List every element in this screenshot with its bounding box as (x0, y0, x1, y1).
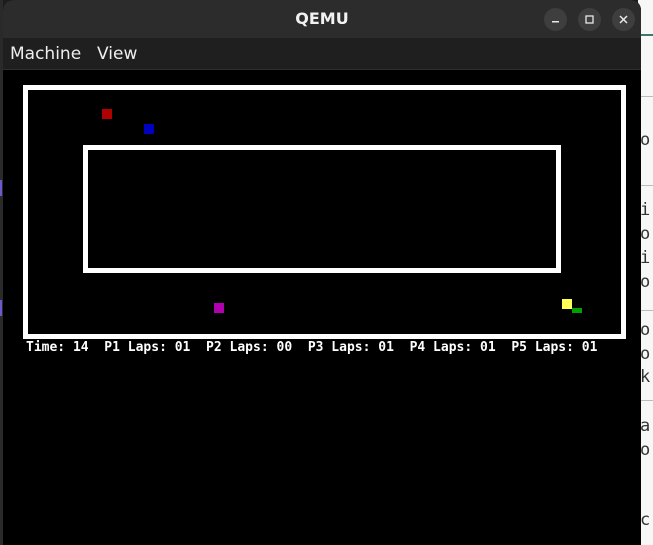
background-text-line: o: (640, 224, 653, 244)
car-p4 (562, 299, 572, 309)
background-text-line: a (640, 416, 651, 436)
car-p2 (144, 124, 154, 134)
hud-p4-label: P4 Laps: (409, 340, 473, 355)
background-text-line: i: (640, 248, 653, 268)
close-button[interactable] (612, 8, 635, 31)
hud-p3-laps: 01 (378, 340, 394, 355)
hud-p2-label: P2 Laps: (206, 340, 269, 355)
car-p3 (214, 303, 224, 313)
close-icon (619, 15, 628, 24)
minimize-button[interactable] (544, 8, 567, 31)
hud-p1-label: P1 Laps: (104, 340, 167, 355)
menu-view[interactable]: View (97, 44, 137, 64)
car-p1 (102, 109, 112, 119)
title-bar[interactable]: QEMU (3, 0, 641, 38)
maximize-button[interactable] (578, 8, 601, 31)
hud-p3-label: P3 Laps: (307, 340, 371, 355)
qemu-window: QEMU Machine View Time: 14 P1 Laps: 01 P… (3, 0, 641, 545)
hud-p2-laps: 00 (276, 340, 293, 355)
minimize-icon (552, 21, 559, 23)
hud-time-value: 14 (72, 340, 89, 355)
hud-p1-laps: 01 (174, 340, 191, 355)
background-text-line: o: (640, 320, 653, 340)
emulator-screen[interactable]: Time: 14 P1 Laps: 01 P2 Laps: 00 P3 Laps… (3, 70, 641, 545)
background-text-line: o: (640, 272, 653, 292)
desktop-edge-mark (0, 300, 2, 316)
background-text-line: o: (640, 440, 653, 460)
menu-machine[interactable]: Machine (10, 44, 81, 64)
car-p5 (572, 308, 582, 313)
desktop-edge-mark (0, 180, 2, 196)
hud-status-line: Time: 14 P1 Laps: 01 P2 Laps: 00 P3 Laps… (26, 340, 597, 355)
maximize-icon (585, 15, 594, 24)
background-text-line: c (640, 510, 651, 530)
background-text-line: k (640, 367, 651, 387)
background-text-line: i: (640, 200, 653, 220)
background-text-line: o: (640, 344, 653, 364)
hud-time-label: Time: (26, 340, 66, 355)
background-text-line: o: (640, 130, 653, 150)
hud-p5-label: P5 Laps: (511, 340, 574, 355)
menu-bar: Machine View (3, 38, 641, 70)
hud-p4-laps: 01 (480, 340, 496, 355)
track-inner-wall (83, 145, 561, 273)
hud-p5-laps: 01 (581, 340, 598, 355)
